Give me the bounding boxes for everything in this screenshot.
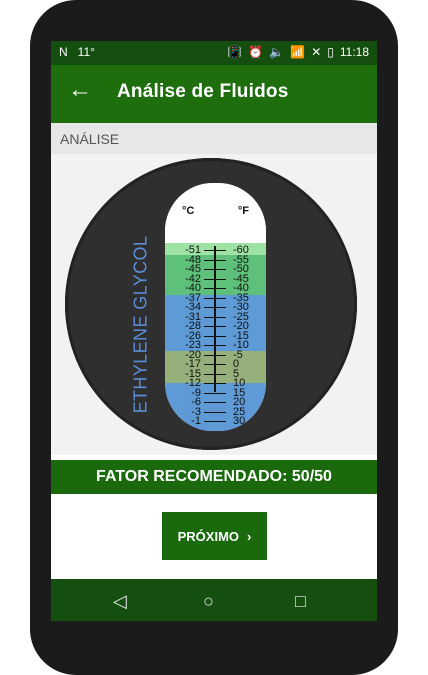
status-right: 📳 ⏰ 🔈 📶 ✕ ▯ 11:18: [227, 45, 369, 59]
section-title: ANÁLISE: [60, 131, 120, 147]
recent-nav-button[interactable]: □: [295, 591, 306, 612]
scale-tick: [204, 259, 226, 261]
time: 11:18: [339, 45, 369, 59]
status-left: N 11°: [59, 45, 95, 59]
next-label: PRÓXIMO: [177, 528, 240, 544]
scale-tick: [204, 383, 226, 384]
scale-tick: [204, 373, 226, 375]
center-line: [214, 246, 216, 392]
analysis-content: ETHYLENE GLYCOL °C °F -51 -48 -45 -42 -40 -37…: [51, 154, 377, 455]
scale-tick: [204, 335, 226, 337]
status-bar: N 11° 📳 ⏰ 🔈 📶 ✕ ▯ 11:18: [51, 41, 377, 65]
square-icon: □: [295, 591, 306, 611]
scale-tick: [204, 421, 226, 422]
scale-tick: [204, 354, 226, 356]
home-nav-button[interactable]: ○: [203, 591, 214, 612]
scale-tick: [204, 326, 226, 327]
alarm-icon: ⏰: [248, 45, 264, 59]
triangle-left-icon: ◁: [113, 591, 127, 611]
circle-icon: ○: [203, 591, 214, 611]
wifi-icon: 📶: [290, 45, 306, 59]
scale-tick: [204, 278, 226, 280]
scale: -51 -48 -45 -42 -40 -37 -34 -31 -28 -26 -23 -20 -17-…: [165, 183, 266, 431]
back-nav-button[interactable]: ◁: [113, 591, 127, 612]
battery-icon: ▯: [327, 45, 334, 59]
scale-tick: [204, 250, 226, 251]
page-title: Análise de Fluidos: [117, 81, 289, 102]
recommendation-bar: FATOR RECOMENDADO: 50/50: [51, 460, 377, 494]
fluid-label: ETHYLENE GLYCOL: [130, 235, 151, 414]
left-scale-value: -1: [191, 415, 201, 427]
scale-tick: [204, 307, 226, 308]
status-n: N: [59, 45, 68, 59]
signal-icon: ✕: [311, 45, 322, 59]
scale-tick: [204, 316, 226, 318]
refractometer-circle: ETHYLENE GLYCOL °C °F -51 -48 -45 -42 -40 -37…: [65, 158, 357, 450]
scale-tick: [204, 269, 226, 270]
scale-tick: [204, 364, 226, 365]
scale-tick: [204, 297, 226, 299]
back-button[interactable]: ←: [67, 76, 93, 103]
chevron-right-icon: ›: [247, 528, 252, 544]
next-button[interactable]: PRÓXIMO ›: [162, 512, 267, 560]
sound-icon: 🔈: [269, 45, 285, 59]
scale-tick: [204, 345, 226, 346]
section-header: ANÁLISE: [51, 123, 377, 154]
app-bar: ← Análise de Fluidos: [51, 65, 377, 123]
status-temp: 11°: [77, 45, 95, 59]
screen: N 11° 📳 ⏰ 🔈 📶 ✕ ▯ 11:18 ← Análise de Flu…: [51, 41, 377, 621]
scale-tube: °C °F -51 -48 -45 -42 -40 -37 -34 -31 -28 -26 -23-…: [165, 183, 266, 431]
scale-tick: [204, 411, 226, 413]
scale-tick: [204, 402, 226, 403]
navigation-bar: ◁ ○ □: [51, 579, 377, 621]
right-scale-value: 30: [233, 415, 246, 427]
scale-tick: [204, 288, 226, 289]
scale-tick: [204, 392, 226, 394]
recommendation-text: FATOR RECOMENDADO: 50/50: [96, 468, 332, 485]
arrow-left-icon: ←: [68, 76, 92, 103]
vibrate-icon: 📳: [227, 45, 243, 59]
